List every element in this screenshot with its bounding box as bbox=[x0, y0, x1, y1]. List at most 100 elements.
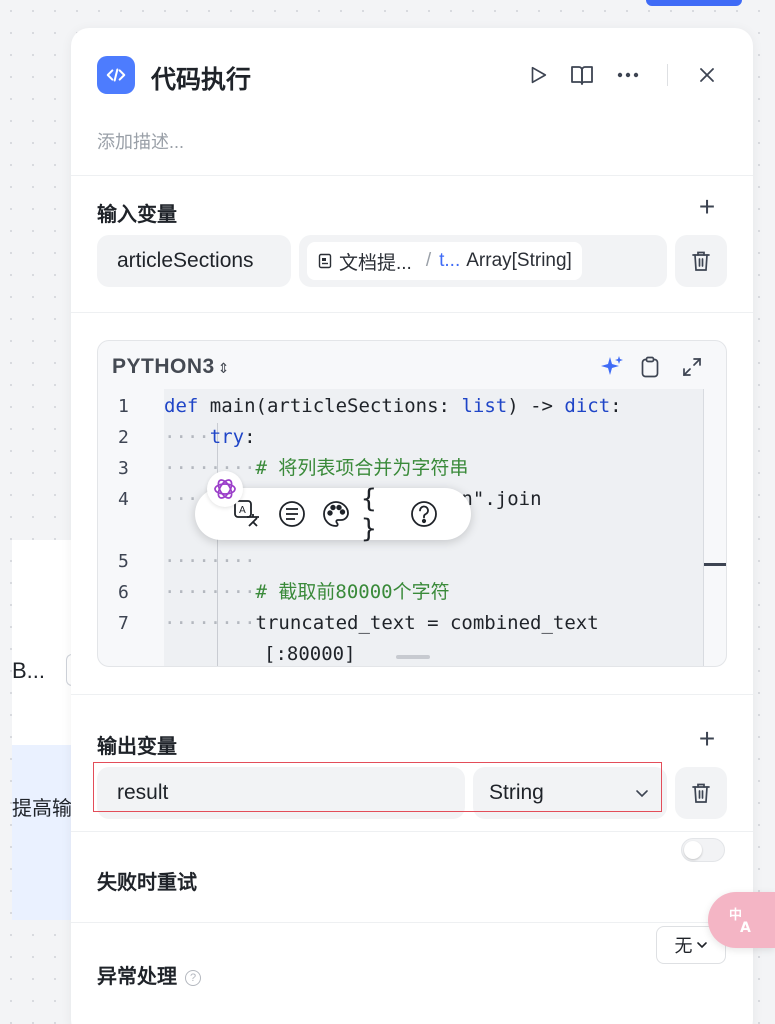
book-icon bbox=[571, 66, 593, 85]
input-variable-name-field[interactable]: articleSections bbox=[97, 235, 291, 287]
input-variables-title: 输入变量 bbox=[97, 204, 177, 226]
more-button[interactable] bbox=[614, 61, 642, 89]
reference-field: t... bbox=[439, 250, 461, 271]
background-button-fragment bbox=[646, 0, 742, 6]
divider bbox=[71, 831, 753, 832]
output-variables-title: 输出变量 bbox=[97, 736, 177, 758]
divider bbox=[71, 694, 753, 695]
divider bbox=[71, 175, 753, 176]
error-handling-text: 异常处理 bbox=[97, 966, 177, 988]
translate-icon: 中A bbox=[729, 907, 751, 935]
expand-button[interactable] bbox=[678, 353, 706, 381]
close-icon bbox=[700, 68, 714, 82]
delete-output-variable-button[interactable] bbox=[675, 767, 727, 819]
trash-icon bbox=[692, 783, 710, 803]
line-number bbox=[118, 639, 148, 666]
code-token: # 截取前80000个字符 bbox=[255, 581, 450, 603]
code-token: [:80000] bbox=[264, 643, 356, 665]
document-icon bbox=[318, 253, 332, 269]
language-label: PYTHON3 bbox=[112, 355, 215, 378]
ai-sparkle-button[interactable] bbox=[598, 353, 626, 381]
line-number: 4 bbox=[118, 489, 129, 510]
run-button[interactable] bbox=[524, 61, 552, 89]
code-icon bbox=[97, 56, 135, 94]
docs-button[interactable] bbox=[568, 61, 596, 89]
line-number: 2 bbox=[118, 427, 129, 448]
play-icon bbox=[531, 66, 547, 84]
trash-icon bbox=[692, 251, 710, 271]
delete-input-variable-button[interactable] bbox=[675, 235, 727, 287]
svg-text:A: A bbox=[740, 920, 751, 935]
description-field[interactable]: 添加描述... bbox=[97, 128, 184, 154]
line-number: 5 bbox=[118, 551, 129, 572]
indent-dots: ········ bbox=[164, 457, 256, 479]
braces-icon[interactable]: { } bbox=[361, 484, 399, 544]
line-number: 1 bbox=[118, 396, 129, 417]
panel-title: 代码执行 bbox=[151, 66, 252, 94]
indent-dots: ········ bbox=[164, 612, 256, 634]
reference-chip[interactable]: 文档提... / t... Array[String] bbox=[307, 242, 582, 280]
code-token: dict bbox=[564, 395, 611, 417]
code-token: main(articleSections: bbox=[198, 395, 462, 417]
error-handling-value: 无 bbox=[674, 936, 693, 956]
clipboard-icon bbox=[641, 356, 659, 378]
divider bbox=[71, 312, 753, 313]
code-token: ) -> bbox=[507, 395, 565, 417]
expand-icon bbox=[683, 358, 701, 376]
line-number: 6 bbox=[118, 582, 129, 603]
line-number bbox=[118, 515, 148, 546]
code-token: # 将列表项合并为字符串 bbox=[255, 457, 469, 479]
code-line[interactable]: ····try: bbox=[164, 422, 256, 453]
background-node-label: B... bbox=[12, 658, 46, 683]
input-variable-reference-field[interactable]: 文档提... / t... Array[String] bbox=[299, 235, 667, 287]
background-node-text: 提高输 bbox=[12, 798, 72, 820]
error-handling-label: 异常处理? bbox=[97, 960, 201, 989]
toggle-knob bbox=[684, 841, 702, 859]
code-token: : bbox=[244, 426, 256, 448]
line-number: 7 bbox=[118, 613, 129, 634]
help-icon[interactable]: ? bbox=[185, 969, 201, 986]
code-token: list bbox=[461, 395, 508, 417]
indent-dots: ···· bbox=[164, 426, 210, 448]
header-separator bbox=[667, 64, 668, 86]
line-number: 3 bbox=[118, 458, 129, 479]
code-line[interactable]: ········ bbox=[164, 546, 256, 577]
retry-toggle[interactable] bbox=[681, 838, 725, 862]
code-line[interactable]: ········# 截取前80000个字符 bbox=[164, 577, 450, 608]
vertical-scrollbar-track bbox=[703, 389, 704, 666]
code-token: .join bbox=[484, 488, 542, 510]
language-selector[interactable]: PYTHON3 ⇕ bbox=[112, 355, 230, 379]
translate-side-button[interactable]: 中A bbox=[708, 892, 775, 948]
svg-text:A: A bbox=[239, 505, 246, 516]
reference-source: 文档提... bbox=[339, 252, 412, 274]
code-token: def bbox=[164, 395, 199, 417]
indent-dots: ········ bbox=[164, 581, 256, 603]
chevron-down-icon bbox=[696, 942, 707, 949]
retry-label: 失败时重试 bbox=[97, 872, 197, 894]
code-token: try bbox=[209, 426, 245, 448]
reference-type: Array[String] bbox=[466, 250, 572, 271]
divider bbox=[71, 922, 753, 923]
code-line[interactable]: ········truncated_text = combined_text bbox=[164, 608, 599, 639]
copy-button[interactable] bbox=[636, 353, 664, 381]
sort-caret-icon: ⇕ bbox=[217, 360, 230, 376]
openai-logo-icon[interactable] bbox=[207, 471, 243, 507]
add-output-variable-button[interactable]: + bbox=[693, 725, 721, 754]
summarize-icon[interactable] bbox=[273, 495, 311, 533]
close-button[interactable] bbox=[693, 61, 721, 89]
code-token: truncated_text = combined_text bbox=[255, 612, 599, 634]
code-line[interactable]: def main(articleSections: list) -> dict: bbox=[164, 391, 622, 422]
reference-separator: / bbox=[425, 250, 432, 271]
scrollbar-thumb[interactable] bbox=[704, 563, 726, 566]
sparkle-icon bbox=[601, 356, 623, 375]
code-line[interactable]: [:80000] bbox=[264, 639, 356, 666]
code-token: : bbox=[610, 395, 622, 417]
horizontal-scrollbar[interactable] bbox=[396, 655, 430, 659]
indent-dots: ········ bbox=[164, 550, 256, 572]
input-variable-name: articleSections bbox=[117, 249, 254, 272]
question-icon[interactable] bbox=[405, 495, 443, 533]
add-input-variable-button[interactable]: + bbox=[693, 193, 721, 222]
more-icon bbox=[617, 72, 639, 78]
output-row-highlight bbox=[93, 762, 662, 812]
palette-icon[interactable] bbox=[317, 495, 355, 533]
